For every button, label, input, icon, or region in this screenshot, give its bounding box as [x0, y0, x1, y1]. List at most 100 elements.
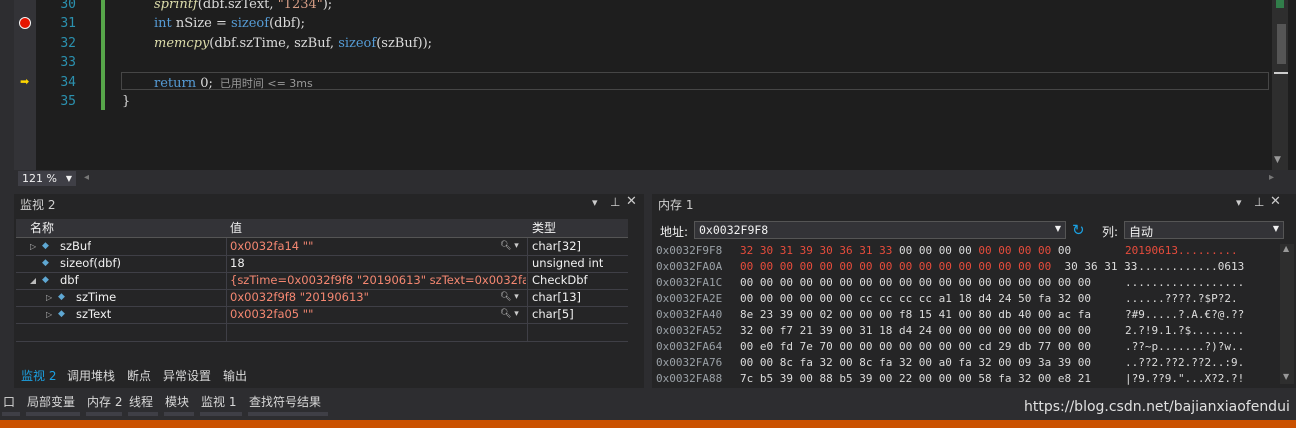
memory-row[interactable]: 0x0032FA2E 00 00 00 00 00 00 cc cc cc cc … [656, 291, 1276, 307]
panel-menu-icon[interactable]: ▾ [1236, 196, 1242, 209]
watch-value[interactable]: 0x0032f9f8 "20190613" [230, 289, 526, 306]
watch-name: szTime [76, 290, 117, 304]
bottom-tab[interactable]: 监视 1 [198, 393, 239, 411]
watch-row[interactable]: ▷ ◆ szTime 0x0032f9f8 "20190613" 🔍︎ ▾ char[13… [16, 289, 628, 306]
watch-value[interactable]: 0x0032fa14 "" [230, 238, 526, 255]
bottom-tab[interactable]: 局部变量 [24, 393, 78, 411]
panel-menu-icon[interactable]: ▾ [592, 196, 598, 209]
memory-row[interactable]: 0x0032FA76 00 00 8c fa 32 00 8c fa 32 00 … [656, 355, 1276, 371]
search-icon[interactable]: 🔍︎ ▾ [500, 289, 519, 306]
code-token: int [154, 16, 172, 31]
bottom-tab[interactable]: 模块 [162, 393, 192, 411]
expand-icon[interactable]: ▷ [30, 238, 36, 255]
watch-value[interactable]: 0x0032fa05 "" [230, 306, 526, 323]
address-input[interactable]: 0x0032F9F8 ▼ [694, 221, 1066, 239]
search-icon[interactable]: 🔍︎ ▾ [500, 238, 519, 255]
memory-row[interactable]: 0x0032FA64 00 e0 fd 7e 70 00 00 00 00 00 … [656, 339, 1276, 355]
status-bar [0, 420, 1296, 428]
memory-address: 0x0032FA88 [656, 372, 723, 385]
memory-chars: 20190613......... [1125, 244, 1238, 257]
code-token: (dbf.szText, [197, 0, 278, 12]
line-number: 33 [60, 55, 76, 70]
memory-vscroll[interactable]: ▲ ▼ [1280, 244, 1294, 384]
variable-icon: ◆ [58, 292, 65, 302]
watch-hscroll[interactable] [16, 342, 628, 364]
memory-chars: .................. [1125, 276, 1245, 289]
watch-row[interactable]: ◆ sizeof(dbf) 18 unsigned int [16, 255, 628, 272]
memory-chars: |?9.??9."...X?2.?! [1125, 372, 1245, 385]
bottom-tab[interactable]: 查找符号结果 [246, 393, 324, 411]
expand-icon[interactable]: ◢ [30, 272, 36, 289]
variable-icon: ◆ [58, 309, 65, 319]
scroll-right-icon[interactable]: ▸ [1269, 172, 1274, 183]
search-icon[interactable]: 🔍︎ ▾ [500, 306, 519, 323]
code-line[interactable]: memcpy(dbf.szTime, szBuf, sizeof(szBuf))… [154, 36, 432, 51]
watch-value[interactable]: {szTime=0x0032f9f8 "20190613" szText=0x0… [230, 272, 526, 289]
watch-tab-strip: 监视 2 调用堆栈 断点 异常设置 输出 [14, 367, 644, 387]
memory-row[interactable]: 0x0032FA40 8e 23 39 00 02 00 00 00 f8 15 … [656, 307, 1276, 323]
code-line[interactable]: return 0; 已用时间 <= 3ms [154, 75, 313, 91]
pin-icon[interactable]: ⊥ [1254, 195, 1264, 209]
code-line[interactable]: } [122, 94, 130, 109]
bytes: 00 00 8c fa 32 00 8c fa 32 00 a0 fa 32 0… [740, 356, 1091, 369]
line-number: 32 [60, 36, 76, 51]
watch-row[interactable]: ◢ ◆ dbf {szTime=0x0032f9f8 "20190613" szTex… [16, 272, 628, 289]
memory-bytes: 00 00 00 00 00 00 cc cc cc cc a1 18 d4 2… [740, 291, 1091, 307]
scroll-marker [1274, 72, 1288, 74]
watch-value[interactable]: 18 [230, 255, 526, 272]
code-token: ); [322, 0, 333, 12]
refresh-icon[interactable]: ↻ [1072, 221, 1085, 239]
code-line[interactable]: sprintf(dbf.szText, "1234"); [154, 0, 332, 12]
watch-name: dbf [60, 273, 79, 287]
memory-address: 0x0032FA76 [656, 356, 723, 369]
memory-row[interactable]: 0x0032FA1C 00 00 00 00 00 00 00 00 00 00 … [656, 275, 1276, 291]
watch-type: unsigned int [532, 256, 604, 270]
memory-bytes: 00 00 00 00 00 00 00 00 00 00 00 00 00 0… [740, 259, 1137, 275]
pin-icon[interactable]: ⊥ [610, 195, 620, 209]
code-token: (dbf); [269, 16, 306, 31]
editor-zoom-bar: 121 % ▼ ◂ ▸ [14, 170, 1296, 188]
watch-panel-title: 监视 2 [20, 198, 56, 212]
watch-tab[interactable]: 异常设置 [160, 367, 214, 385]
code-token: 已用时间 <= 3ms [212, 77, 313, 90]
column-header-type[interactable]: 类型 [532, 219, 556, 237]
memory-bytes: 00 00 8c fa 32 00 8c fa 32 00 a0 fa 32 0… [740, 355, 1091, 371]
watch-row[interactable]: ▷ ◆ szBuf 0x0032fa14 "" 🔍︎ ▾ char[32] [16, 238, 628, 255]
scroll-thumb[interactable] [1277, 24, 1286, 64]
zoom-dropdown[interactable]: 121 % ▼ [18, 171, 76, 186]
watch-name: szBuf [60, 239, 92, 253]
memory-chars: ......????.?$P?2. [1125, 292, 1238, 305]
scroll-left-icon[interactable]: ◂ [84, 172, 89, 183]
breakpoint-icon[interactable] [19, 17, 31, 29]
close-icon[interactable]: ✕ [626, 194, 637, 209]
bottom-tab-strip: 口局部变量 内存 2 线程 模块 监视 1 查找符号结果 https://blog.csd… [0, 390, 1296, 420]
bottom-tab[interactable]: 线程 [126, 393, 156, 411]
memory-chars: ..??2.??2.??2..:9. [1125, 356, 1245, 369]
watch-tab[interactable]: 监视 2 [18, 367, 59, 385]
bytes: 32 00 f7 21 39 00 31 18 d4 24 00 00 00 0… [740, 324, 1091, 337]
expand-icon[interactable]: ▷ [46, 289, 52, 306]
column-select[interactable]: 自动 ▼ [1124, 221, 1284, 239]
expand-icon[interactable]: ▷ [46, 306, 52, 323]
watch-tab[interactable]: 断点 [124, 367, 154, 385]
scroll-down-icon[interactable]: ▼ [1274, 155, 1281, 165]
code-token: "1234" [277, 0, 323, 12]
watch-tab[interactable]: 输出 [220, 367, 250, 385]
watch-tab[interactable]: 调用堆栈 [64, 367, 118, 385]
chevron-down-icon[interactable]: ▼ [1055, 224, 1061, 233]
close-icon[interactable]: ✕ [1270, 194, 1281, 209]
memory-row[interactable]: 0x0032F9F8 32 30 31 39 30 36 31 33 00 00 … [656, 243, 1276, 259]
bottom-tab[interactable]: 内存 2 [84, 393, 125, 411]
code-line[interactable]: int nSize = sizeof(dbf); [154, 16, 305, 31]
column-header-value[interactable]: 值 [230, 219, 242, 237]
row-divider [16, 323, 628, 324]
code-editor[interactable]: ➡ 30 31 32 33 34 35 sprintf(dbf.szText, "1234… [0, 0, 1296, 170]
memory-row[interactable]: 0x0032FA88 7c b5 39 00 88 b5 39 00 22 00 … [656, 371, 1276, 387]
column-header-name[interactable]: 名称 [30, 219, 54, 237]
memory-row[interactable]: 0x0032FA52 32 00 f7 21 39 00 31 18 d4 24 … [656, 323, 1276, 339]
chevron-down-icon[interactable]: ▼ [1273, 224, 1279, 233]
code-token: sizeof [338, 36, 377, 51]
memory-row[interactable]: 0x0032FA0A 00 00 00 00 00 00 00 00 00 00 … [656, 259, 1276, 275]
watch-row[interactable]: ▷ ◆ szText 0x0032fa05 "" 🔍︎ ▾ char[5] [16, 306, 628, 323]
bottom-tab[interactable]: 口 [0, 393, 18, 411]
